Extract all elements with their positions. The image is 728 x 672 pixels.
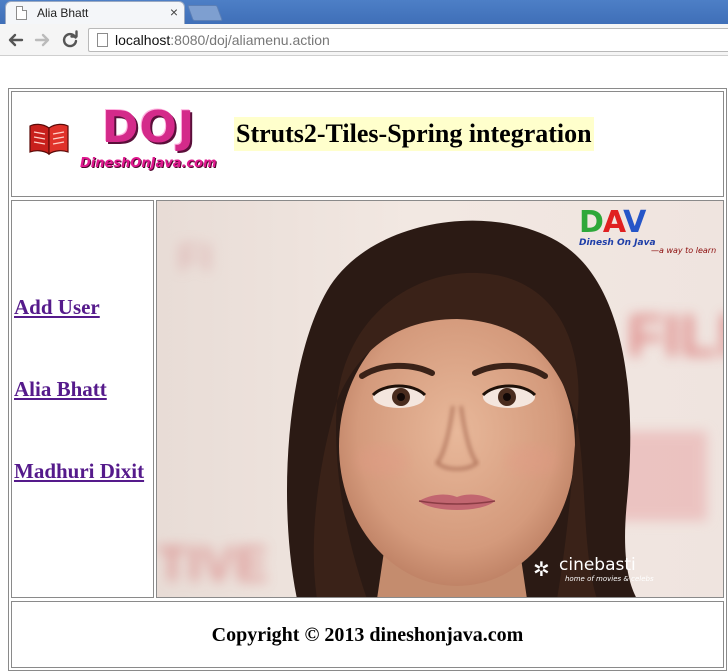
menu-link-madhuri-dixit[interactable]: Madhuri Dixit xyxy=(14,459,144,484)
close-icon[interactable]: × xyxy=(170,4,178,20)
footer-cell: Copyright © 2013 dineshonjava.com xyxy=(11,601,724,668)
menu-link-alia-bhatt[interactable]: Alia Bhatt xyxy=(14,377,107,402)
svg-text:FILM: FILM xyxy=(627,302,724,369)
url-text: localhost:8080/doj/aliamenu.action xyxy=(115,32,330,48)
forward-arrow-icon[interactable] xyxy=(31,29,53,51)
watermark-tagline: home of movies & celebs xyxy=(565,575,654,583)
dav-logo-tagline: —a way to learn xyxy=(651,246,717,255)
tab-title: Alia Bhatt xyxy=(37,6,89,20)
dav-logo-subtext: Dinesh On Java xyxy=(579,238,656,248)
svg-text:FI: FI xyxy=(177,236,213,280)
new-tab-button[interactable] xyxy=(187,5,223,21)
browser-tab-active[interactable]: Alia Bhatt × xyxy=(5,1,185,24)
star-icon: ✲ xyxy=(533,559,550,581)
header-cell: DOJ DineshOnJava.com Struts2-Tiles-Sprin… xyxy=(11,91,724,197)
page-title: Struts2-Tiles-Spring integration xyxy=(234,117,594,151)
svg-text:TIVE: TIVE xyxy=(157,536,268,592)
url-host: localhost xyxy=(115,32,171,48)
page-icon xyxy=(97,33,108,47)
book-icon xyxy=(29,123,69,156)
reload-icon[interactable] xyxy=(59,29,81,51)
dav-logo: DAV Dinesh On Java —a way to learn xyxy=(567,205,717,255)
address-bar[interactable]: localhost:8080/doj/aliamenu.action xyxy=(88,28,728,52)
body-cell: FILM FI TIVE xyxy=(156,200,724,598)
page-icon xyxy=(16,6,27,20)
menu-link-add-user[interactable]: Add User xyxy=(14,295,100,320)
logo-subtext: DineshOnJava.com xyxy=(80,156,217,171)
watermark-name: cinebasti xyxy=(559,555,636,575)
browser-title-bar: Alia Bhatt × xyxy=(0,0,728,24)
copyright-text: Copyright © 2013 dineshonjava.com xyxy=(211,624,524,646)
cinebasti-watermark: ✲ cinebasti home of movies & celebs xyxy=(533,555,654,589)
logo-text: DOJ xyxy=(102,102,196,153)
doj-logo: DOJ DineshOnJava.com xyxy=(22,100,232,184)
browser-toolbar: localhost:8080/doj/aliamenu.action xyxy=(0,24,728,56)
back-arrow-icon[interactable] xyxy=(5,29,27,51)
menu-cell: Add User Alia Bhatt Madhuri Dixit xyxy=(11,200,154,598)
layout-table: DOJ DineshOnJava.com Struts2-Tiles-Sprin… xyxy=(8,88,727,671)
portrait-photo: FILM FI TIVE xyxy=(157,201,724,597)
dav-logo-text: DAV xyxy=(579,205,646,240)
url-path: :8080/doj/aliamenu.action xyxy=(170,32,330,48)
